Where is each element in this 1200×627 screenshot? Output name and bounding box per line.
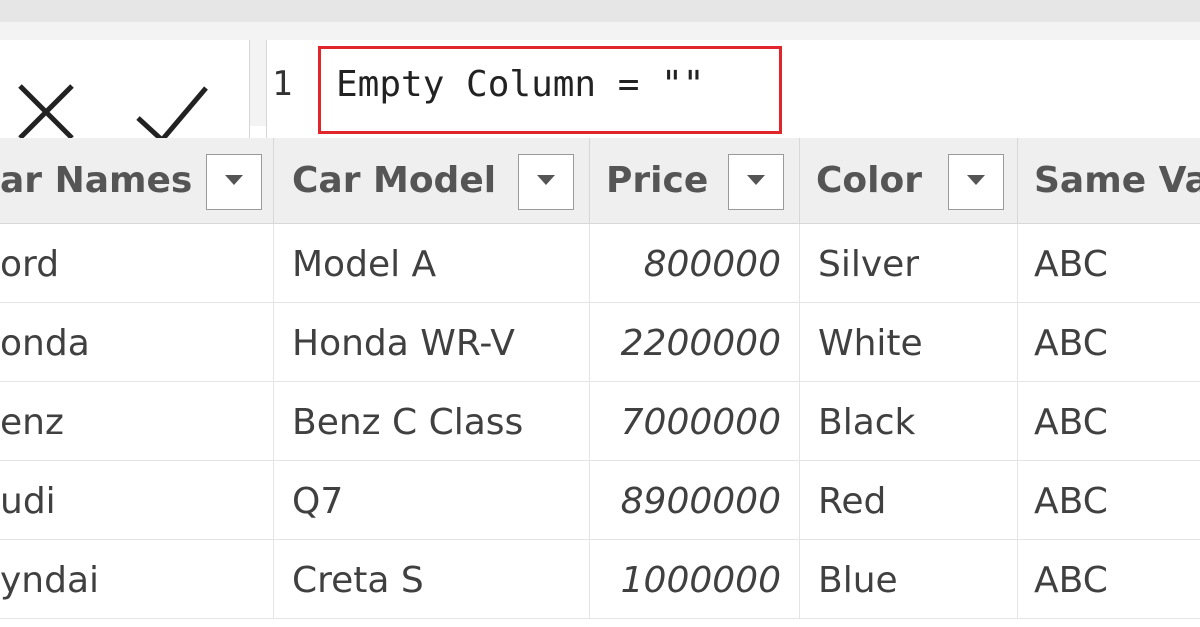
filter-dropdown-button[interactable] xyxy=(948,154,1004,210)
table-cell[interactable]: udi xyxy=(0,461,274,540)
cell-text: yndai xyxy=(0,560,100,601)
cell-text: Q7 xyxy=(292,481,344,522)
table-cell[interactable]: 2200000 xyxy=(590,303,800,382)
table-cell[interactable]: 1000000 xyxy=(590,540,800,619)
table-cell[interactable]: onda xyxy=(0,303,274,382)
checkmark-icon[interactable] xyxy=(134,82,210,146)
filter-dropdown-button[interactable] xyxy=(206,154,262,210)
cell-text: ABC xyxy=(1034,402,1108,443)
column-header-label: Same Va xyxy=(1034,160,1200,201)
cell-text: White xyxy=(818,323,923,364)
header-row: ar Names Car Model Price Color Same Va xyxy=(0,138,1200,224)
table-cell[interactable]: 8900000 xyxy=(590,461,800,540)
cell-number: 2200000 xyxy=(620,323,781,364)
table-cell[interactable]: ABC xyxy=(1018,382,1200,461)
table-cell[interactable]: ABC xyxy=(1018,540,1200,619)
formula-bar: 1 Empty Column = "" xyxy=(0,22,1200,144)
table-row: enz Benz C Class 7000000 Black ABC xyxy=(0,382,1200,461)
column-header[interactable]: Price xyxy=(590,138,800,224)
cell-text: Creta S xyxy=(292,560,424,601)
cell-text: ABC xyxy=(1034,323,1108,364)
dropdown-arrow-icon xyxy=(967,175,985,185)
data-grid: ar Names Car Model Price Color Same Va o… xyxy=(0,138,1200,627)
cell-text: ord xyxy=(0,244,60,285)
table-cell[interactable]: yndai xyxy=(0,540,274,619)
table-cell[interactable]: Creta S xyxy=(274,540,590,619)
cell-text: enz xyxy=(0,402,64,443)
table-cell[interactable]: Red xyxy=(800,461,1018,540)
table-cell[interactable]: 800000 xyxy=(590,224,800,303)
table-cell[interactable]: Q7 xyxy=(274,461,590,540)
column-header-label: Color xyxy=(816,160,922,201)
table-row: ord Model A 800000 Silver ABC xyxy=(0,224,1200,303)
table-cell[interactable]: ord xyxy=(0,224,274,303)
column-header-label: ar Names xyxy=(0,160,193,201)
table-cell[interactable]: Blue xyxy=(800,540,1018,619)
cell-text: udi xyxy=(0,481,56,522)
close-icon[interactable] xyxy=(14,80,78,144)
cell-text: onda xyxy=(0,323,90,364)
cell-number: 7000000 xyxy=(620,402,781,443)
line-number: 1 xyxy=(272,64,293,104)
cell-number: 8900000 xyxy=(620,481,781,522)
table-cell[interactable]: enz xyxy=(0,382,274,461)
column-header-label: Price xyxy=(606,160,709,201)
table-row: onda Honda WR-V 2200000 White ABC xyxy=(0,303,1200,382)
dropdown-arrow-icon xyxy=(225,175,243,185)
cell-text: Silver xyxy=(818,244,920,285)
table-cell[interactable]: Benz C Class xyxy=(274,382,590,461)
filter-dropdown-button[interactable] xyxy=(728,154,784,210)
column-header-label: Car Model xyxy=(292,160,497,201)
table-cell[interactable]: Honda WR-V xyxy=(274,303,590,382)
cell-text: ABC xyxy=(1034,481,1108,522)
column-header[interactable]: Car Model xyxy=(274,138,590,224)
cell-text: Honda WR-V xyxy=(292,323,515,364)
cell-number: 1000000 xyxy=(620,560,781,601)
table-cell[interactable]: White xyxy=(800,303,1018,382)
cell-text: Benz C Class xyxy=(292,402,524,443)
cell-text: Red xyxy=(818,481,887,522)
window-top-strip xyxy=(0,0,1200,22)
cell-text: ABC xyxy=(1034,244,1108,285)
cell-number: 800000 xyxy=(643,244,781,285)
column-header[interactable]: Same Va xyxy=(1018,138,1200,224)
column-header[interactable]: Color xyxy=(800,138,1018,224)
table-cell[interactable]: ABC xyxy=(1018,224,1200,303)
filter-dropdown-button[interactable] xyxy=(518,154,574,210)
cell-text: Model A xyxy=(292,244,437,285)
table-cell[interactable]: 7000000 xyxy=(590,382,800,461)
table-cell[interactable]: Black xyxy=(800,382,1018,461)
table-cell[interactable]: Silver xyxy=(800,224,1018,303)
table-cell[interactable]: ABC xyxy=(1018,303,1200,382)
dropdown-arrow-icon xyxy=(537,175,555,185)
formula-expression[interactable]: Empty Column = "" xyxy=(336,64,704,105)
table-row: udi Q7 8900000 Red ABC xyxy=(0,461,1200,540)
cell-text: ABC xyxy=(1034,560,1108,601)
table-cell[interactable]: Model A xyxy=(274,224,590,303)
cell-text: Black xyxy=(818,402,916,443)
formula-actions xyxy=(0,40,250,144)
cell-text: Blue xyxy=(818,560,898,601)
dropdown-arrow-icon xyxy=(747,175,765,185)
table-cell[interactable]: ABC xyxy=(1018,461,1200,540)
table-row: yndai Creta S 1000000 Blue ABC xyxy=(0,540,1200,619)
column-header[interactable]: ar Names xyxy=(0,138,274,224)
